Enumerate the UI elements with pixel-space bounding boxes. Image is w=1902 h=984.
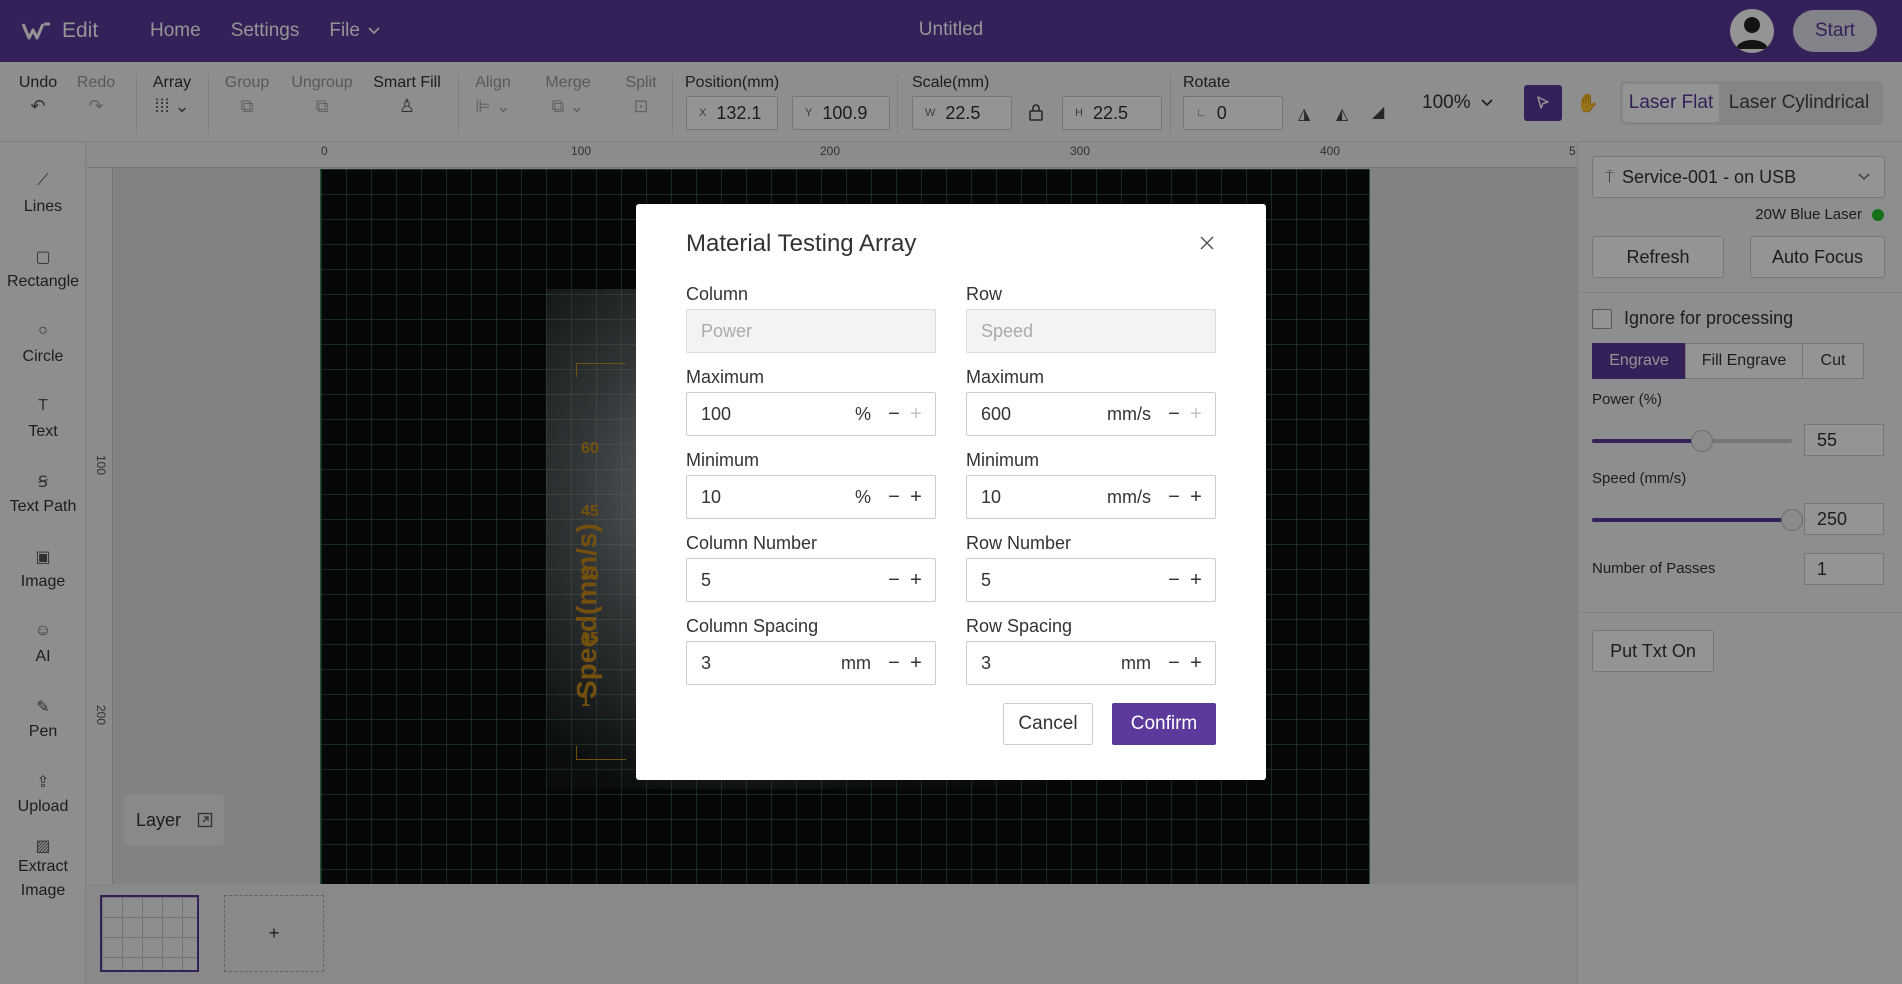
material-testing-array-dialog: Material Testing Array Column Power Row …	[636, 204, 1266, 780]
row-min-input[interactable]: 10 mm/s − +	[966, 475, 1216, 519]
row-number-label: Row Number	[966, 533, 1072, 553]
plus-icon[interactable]: +	[1185, 486, 1207, 509]
column-parameter-value: Power	[701, 320, 753, 341]
row-min-value: 10	[981, 486, 1002, 507]
column-max-unit: %	[854, 403, 871, 424]
plus-icon[interactable]: +	[905, 652, 927, 675]
row-spacing-label: Row Spacing	[966, 616, 1073, 636]
plus-icon[interactable]: +	[905, 569, 927, 592]
row-spacing-value: 3	[981, 652, 992, 673]
row-spacing-unit: mm	[1121, 652, 1151, 673]
plus-icon[interactable]: +	[905, 486, 927, 509]
column-min-unit: %	[854, 486, 871, 507]
column-max-value: 100	[701, 403, 732, 424]
column-spacing-value: 3	[701, 652, 712, 673]
minus-icon[interactable]: −	[883, 569, 905, 592]
row-label: Row	[966, 284, 1003, 304]
column-label: Column	[686, 284, 749, 304]
row-parameter-value: Speed	[981, 320, 1034, 341]
column-max-input[interactable]: 100 % − +	[686, 392, 936, 436]
minus-icon[interactable]: −	[1163, 569, 1185, 592]
confirm-button[interactable]: Confirm	[1112, 703, 1216, 745]
column-min-label: Minimum	[686, 450, 760, 470]
row-max-value: 600	[981, 403, 1012, 424]
column-spacing-label: Column Spacing	[686, 616, 819, 636]
column-min-input[interactable]: 10 % − +	[686, 475, 936, 519]
row-max-input[interactable]: 600 mm/s − +	[966, 392, 1216, 436]
plus-icon[interactable]: +	[1185, 403, 1207, 426]
minus-icon[interactable]: −	[883, 486, 905, 509]
column-number-value: 5	[701, 569, 712, 590]
close-icon[interactable]	[1196, 232, 1218, 254]
column-parameter-field: Power	[686, 309, 936, 353]
column-spacing-input[interactable]: 3 mm − +	[686, 641, 936, 685]
row-min-label: Minimum	[966, 450, 1040, 470]
row-number-input[interactable]: 5 − +	[966, 558, 1216, 602]
plus-icon[interactable]: +	[905, 403, 927, 426]
plus-icon[interactable]: +	[1185, 569, 1207, 592]
minus-icon[interactable]: −	[883, 403, 905, 426]
column-max-label: Maximum	[686, 367, 765, 387]
row-number-value: 5	[981, 569, 992, 590]
column-min-value: 10	[701, 486, 722, 507]
row-max-label: Maximum	[966, 367, 1045, 387]
plus-icon[interactable]: +	[1185, 652, 1207, 675]
column-spacing-unit: mm	[841, 652, 871, 673]
column-number-label: Column Number	[686, 533, 818, 553]
dialog-title: Material Testing Array	[686, 230, 917, 257]
minus-icon[interactable]: −	[883, 652, 905, 675]
minus-icon[interactable]: −	[1163, 652, 1185, 675]
row-spacing-input[interactable]: 3 mm − +	[966, 641, 1216, 685]
row-max-unit: mm/s	[1107, 403, 1151, 424]
column-number-input[interactable]: 5 − +	[686, 558, 936, 602]
row-min-unit: mm/s	[1107, 486, 1151, 507]
row-parameter-field: Speed	[966, 309, 1216, 353]
cancel-button[interactable]: Cancel	[1003, 703, 1093, 745]
minus-icon[interactable]: −	[1163, 403, 1185, 426]
minus-icon[interactable]: −	[1163, 486, 1185, 509]
